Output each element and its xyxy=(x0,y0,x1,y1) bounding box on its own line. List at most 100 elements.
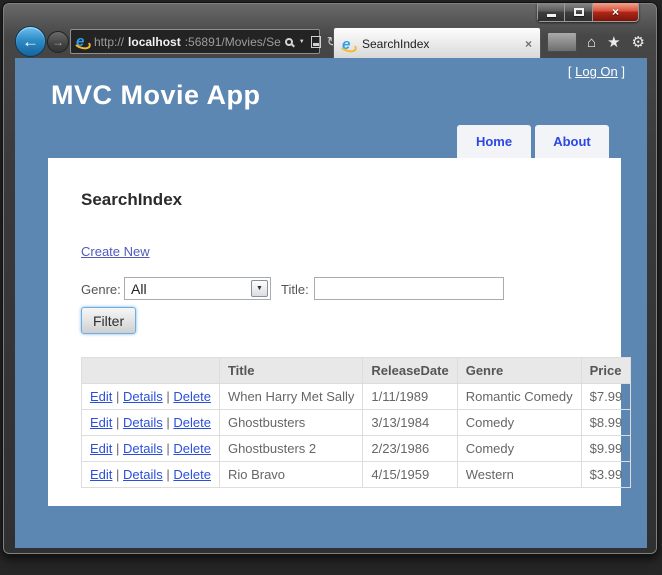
header-price: Price xyxy=(580,357,632,384)
tab-title: SearchIndex xyxy=(362,37,430,51)
action-separator: | xyxy=(112,389,124,404)
browser-window: × ← → e http://localhost:56891/Movies/Se… xyxy=(2,2,658,555)
browser-tab[interactable]: e SearchIndex × xyxy=(333,27,541,60)
cell-price: $8.99 xyxy=(580,409,632,436)
cell-price: $7.99 xyxy=(580,383,632,410)
content-panel: SearchIndex Create New Genre: All ▼ Titl… xyxy=(48,158,632,506)
nav-tab-home[interactable]: Home xyxy=(457,125,531,158)
forward-arrow-icon: → xyxy=(52,35,64,49)
new-tab-button[interactable] xyxy=(547,32,577,52)
cell-actions: Edit | Details | Delete xyxy=(81,435,220,462)
maximize-button[interactable] xyxy=(565,3,593,22)
genre-label: Genre: xyxy=(81,282,121,297)
cell-title: When Harry Met Sally xyxy=(218,383,364,410)
action-separator: | xyxy=(162,441,174,456)
table-row: Edit | Details | Delete Ghostbusters 2 2/2… xyxy=(81,435,632,462)
forward-button[interactable]: → xyxy=(47,31,69,53)
title-label: Title: xyxy=(281,282,309,297)
url-protocol: http:// xyxy=(94,34,125,49)
cell-genre: Romantic Comedy xyxy=(456,383,582,410)
url-host: localhost xyxy=(128,34,181,49)
close-icon: × xyxy=(611,5,619,19)
details-link[interactable]: Details xyxy=(123,467,163,482)
action-separator: | xyxy=(162,389,174,404)
home-icon[interactable]: ⌂ xyxy=(587,35,596,50)
minimize-icon xyxy=(546,14,556,17)
action-separator: | xyxy=(112,415,124,430)
minimize-button[interactable] xyxy=(537,3,565,22)
settings-gear-icon[interactable]: ⚙ xyxy=(632,35,645,50)
cell-actions: Edit | Details | Delete xyxy=(81,461,220,488)
cell-release-date: 3/13/1984 xyxy=(362,409,458,436)
favorites-star-icon[interactable]: ★ xyxy=(607,35,620,50)
header-release-date: ReleaseDate xyxy=(362,357,458,384)
back-button[interactable]: ← xyxy=(15,26,46,57)
movies-table: Title ReleaseDate Genre Price Edit | Det… xyxy=(81,357,632,488)
create-new-link[interactable]: Create New xyxy=(81,244,150,259)
details-link[interactable]: Details xyxy=(123,415,163,430)
delete-link[interactable]: Delete xyxy=(173,441,211,456)
select-dropdown-icon[interactable]: ▼ xyxy=(251,280,268,297)
maximize-icon xyxy=(573,8,584,16)
edit-link[interactable]: Edit xyxy=(90,467,112,482)
cell-actions: Edit | Details | Delete xyxy=(81,409,220,436)
cell-price: $3.99 xyxy=(580,461,632,488)
cell-title: Rio Bravo xyxy=(218,461,364,488)
header-genre: Genre xyxy=(456,357,582,384)
close-button[interactable]: × xyxy=(593,3,639,22)
app-title: MVC Movie App xyxy=(51,80,261,110)
edit-link[interactable]: Edit xyxy=(90,389,112,404)
cell-release-date: 2/23/1986 xyxy=(362,435,458,462)
action-separator: | xyxy=(112,441,124,456)
cell-actions: Edit | Details | Delete xyxy=(81,383,220,410)
delete-link[interactable]: Delete xyxy=(173,415,211,430)
header-actions xyxy=(81,357,220,384)
table-row: Edit | Details | Delete When Harry Met Sa… xyxy=(81,383,632,410)
page-title: SearchIndex xyxy=(81,190,183,209)
table-header-row: Title ReleaseDate Genre Price xyxy=(81,357,632,384)
compatibility-view-icon[interactable] xyxy=(310,35,321,48)
browser-chrome-icons: ⌂ ★ ⚙ xyxy=(587,35,645,50)
delete-link[interactable]: Delete xyxy=(173,467,211,482)
title-input[interactable] xyxy=(314,277,504,300)
edit-link[interactable]: Edit xyxy=(90,441,112,456)
delete-link[interactable]: Delete xyxy=(173,389,211,404)
window-caption-buttons: × xyxy=(537,3,639,22)
page-viewport: [ Log On ] MVC Movie App Home About Sear… xyxy=(15,58,647,548)
screenshot-stage: × ← → e http://localhost:56891/Movies/Se… xyxy=(0,0,662,575)
table-row: Edit | Details | Delete Ghostbusters 3/13/… xyxy=(81,409,632,436)
details-link[interactable]: Details xyxy=(123,389,163,404)
chevron-down-icon: ▼ xyxy=(256,285,263,292)
filter-button[interactable]: Filter xyxy=(81,307,137,334)
logon-area: [ Log On ] xyxy=(568,64,625,79)
details-link[interactable]: Details xyxy=(123,441,163,456)
edit-link[interactable]: Edit xyxy=(90,415,112,430)
nav-tab-about[interactable]: About xyxy=(535,125,609,158)
back-arrow-icon: ← xyxy=(22,31,39,51)
header-title: Title xyxy=(218,357,364,384)
genre-selected-value: All xyxy=(131,280,147,297)
cell-title: Ghostbusters xyxy=(218,409,364,436)
tab-close-icon[interactable]: × xyxy=(525,37,532,51)
logon-bracket-close: ] xyxy=(617,64,625,79)
genre-select[interactable]: All ▼ xyxy=(124,277,271,300)
logon-link[interactable]: Log On xyxy=(575,64,618,79)
action-separator: | xyxy=(112,467,124,482)
cell-genre: Comedy xyxy=(456,435,582,462)
cell-release-date: 1/11/1989 xyxy=(362,383,458,410)
search-icon[interactable] xyxy=(284,37,293,46)
action-separator: | xyxy=(162,467,174,482)
cell-title: Ghostbusters 2 xyxy=(218,435,364,462)
browser-toolbar: ← → e http://localhost:56891/Movies/Se ▼… xyxy=(13,25,649,60)
action-separator: | xyxy=(162,415,174,430)
table-row: Edit | Details | Delete Rio Bravo 4/15/195… xyxy=(81,461,632,488)
cell-price: $9.99 xyxy=(580,435,632,462)
chevron-down-icon[interactable]: ▼ xyxy=(299,39,305,45)
cell-release-date: 4/15/1959 xyxy=(362,461,458,488)
main-nav: Home About xyxy=(457,125,609,158)
address-bar[interactable]: e http://localhost:56891/Movies/Se ▼ ↻ × xyxy=(70,29,351,54)
cell-genre: Western xyxy=(456,461,582,488)
ie-favicon-icon: e xyxy=(342,37,356,52)
movies-tbody: Edit | Details | Delete When Harry Met Sa… xyxy=(81,383,632,488)
ie-logo-icon: e xyxy=(76,34,90,49)
